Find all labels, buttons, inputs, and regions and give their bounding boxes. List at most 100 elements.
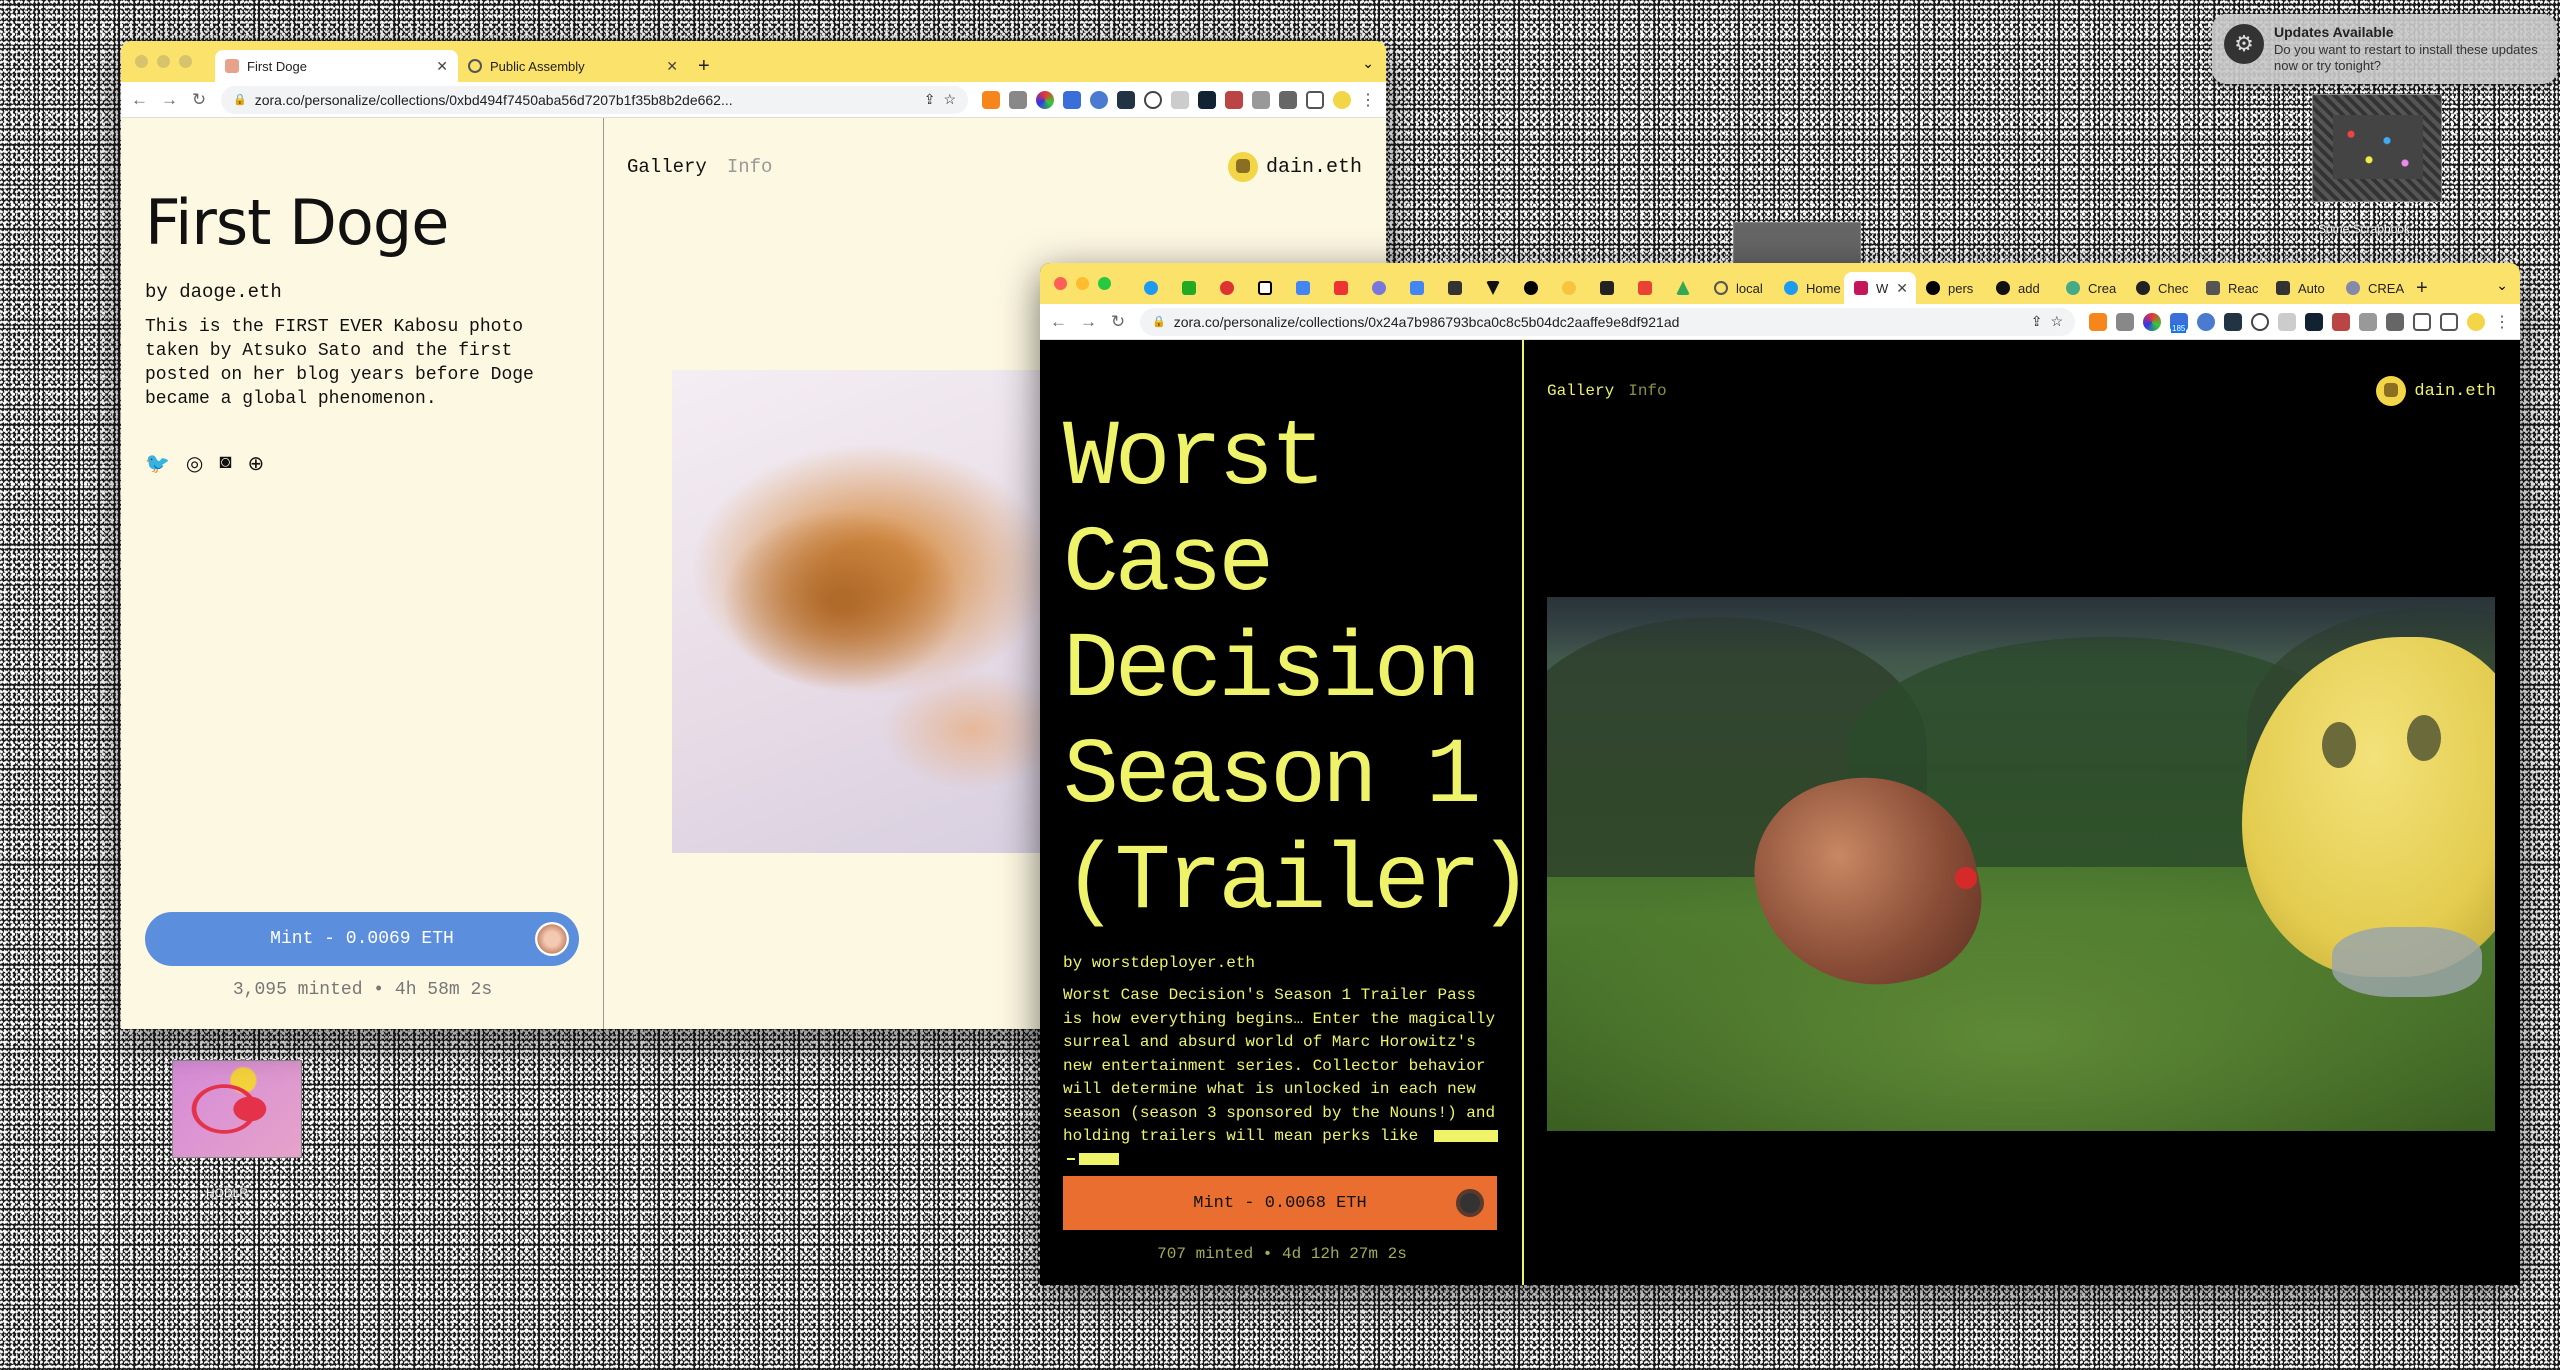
tab-pinned[interactable] — [1172, 272, 1210, 304]
tab-info[interactable]: Info — [727, 156, 773, 178]
extension-icon[interactable] — [2332, 312, 2350, 331]
minimize-window-button[interactable] — [157, 55, 170, 68]
creator-byline[interactable]: by worstdeployer.eth — [1063, 954, 1499, 972]
extension-icon[interactable] — [1090, 90, 1108, 109]
tab-react[interactable]: Reac — [2196, 272, 2266, 304]
reload-button[interactable]: ↻ — [191, 90, 207, 110]
tab-pinned[interactable] — [1324, 272, 1362, 304]
minimize-window-button[interactable] — [1076, 277, 1089, 290]
metamask-extension-icon[interactable] — [2089, 312, 2107, 331]
extension-icon[interactable] — [2278, 312, 2296, 331]
back-button[interactable]: ← — [1050, 312, 1067, 332]
more-menu-icon[interactable]: ⋮ — [2494, 312, 2510, 332]
address-bar[interactable]: 🔒 zora.co/personalize/collections/0x24a7… — [1140, 307, 2075, 336]
user-account[interactable]: dain.eth — [1227, 152, 1362, 182]
address-bar[interactable]: 🔒 zora.co/personalize/collections/0xbd49… — [221, 85, 968, 114]
close-window-button[interactable] — [1054, 277, 1067, 290]
tab-gallery[interactable]: Gallery — [1547, 382, 1614, 400]
puzzle-extensions-icon[interactable] — [1279, 90, 1297, 109]
desktop-file-thumbnail[interactable] — [1733, 222, 1861, 266]
extension-icon[interactable] — [2251, 312, 2269, 331]
profile-avatar-icon[interactable] — [2467, 312, 2485, 331]
close-tab-icon[interactable]: ✕ — [1896, 280, 1908, 297]
tab-gallery[interactable]: Gallery — [627, 156, 707, 178]
tab-auto[interactable]: Auto — [2266, 272, 2336, 304]
extension-icon[interactable] — [1009, 90, 1027, 109]
tab-crea[interactable]: CREA — [2336, 272, 2406, 304]
tab-pinned[interactable] — [1628, 272, 1666, 304]
close-window-button[interactable] — [135, 55, 148, 68]
new-tab-button[interactable]: + — [688, 50, 720, 82]
extension-badge-icon[interactable]: 185 — [2170, 312, 2188, 333]
more-menu-icon[interactable]: ⋮ — [1360, 90, 1376, 110]
tab-info[interactable]: Info — [1628, 382, 1666, 400]
tab-search-chevron-icon[interactable]: ⌄ — [1350, 55, 1386, 82]
bookmark-star-icon[interactable]: ☆ — [2050, 313, 2063, 330]
reload-button[interactable]: ↻ — [1110, 312, 1126, 332]
nft-image-doge[interactable] — [672, 370, 1052, 853]
discord-icon[interactable]: ◙ — [219, 451, 231, 476]
tab-pinned[interactable] — [1438, 272, 1476, 304]
tab-pinned[interactable] — [1514, 272, 1552, 304]
tab-public-assembly[interactable]: Public Assembly ✕ — [458, 50, 688, 82]
extension-icon[interactable] — [1144, 90, 1162, 109]
tab-check[interactable]: Chec — [2126, 272, 2196, 304]
extension-icon[interactable] — [2143, 312, 2161, 331]
user-account[interactable]: dain.eth — [2376, 376, 2496, 406]
extension-icon[interactable] — [2359, 312, 2377, 331]
twitter-icon[interactable]: 🐦 — [145, 451, 170, 476]
extension-icon[interactable] — [1225, 90, 1243, 109]
tab-local[interactable]: local — [1704, 272, 1774, 304]
profile-avatar-icon[interactable] — [1333, 90, 1351, 109]
nft-video-trailer[interactable] — [1547, 597, 2495, 1131]
forward-button[interactable]: → — [1080, 312, 1097, 332]
maximize-window-button[interactable] — [1098, 277, 1111, 290]
metamask-extension-icon[interactable] — [982, 90, 1000, 109]
puzzle-extensions-icon[interactable] — [2386, 312, 2404, 331]
extension-icon[interactable] — [2116, 312, 2134, 331]
tab-pinned[interactable] — [1362, 272, 1400, 304]
tab-search-chevron-icon[interactable]: ⌄ — [2484, 277, 2520, 304]
globe-icon[interactable]: ⊕ — [247, 451, 264, 476]
extension-icon[interactable] — [1117, 90, 1135, 109]
new-tab-button[interactable]: + — [2406, 272, 2438, 304]
tab-pinned[interactable] — [1248, 272, 1286, 304]
share-icon[interactable]: ⇪ — [924, 91, 936, 108]
maximize-window-button[interactable] — [179, 55, 192, 68]
tab-worst-case-decision[interactable]: W ✕ — [1844, 272, 1916, 304]
extension-icon[interactable] — [1063, 90, 1081, 109]
share-icon[interactable]: ⇪ — [2031, 313, 2043, 330]
tab-pinned[interactable] — [1666, 272, 1704, 304]
tab-create[interactable]: Crea — [2056, 272, 2126, 304]
creator-byline[interactable]: by daoge.eth — [145, 281, 579, 303]
extension-icon[interactable] — [2305, 312, 2323, 331]
extension-icon[interactable] — [1036, 90, 1054, 109]
forward-button[interactable]: → — [161, 90, 178, 110]
tab-pinned[interactable] — [1590, 272, 1628, 304]
desktop-file-thumbnail[interactable] — [2312, 94, 2442, 202]
back-button[interactable]: ← — [131, 90, 148, 110]
side-panel-icon[interactable] — [2440, 312, 2458, 331]
instagram-icon[interactable]: ◎ — [186, 451, 203, 476]
tab-pinned[interactable] — [1552, 272, 1590, 304]
extension-icon[interactable] — [1198, 90, 1216, 109]
bookmark-star-icon[interactable]: ☆ — [943, 91, 956, 108]
update-notification[interactable]: ⚙ Updates Available Do you want to resta… — [2212, 14, 2557, 84]
desktop-artwork-thumbnail[interactable] — [172, 1060, 302, 1158]
extension-icon[interactable] — [2224, 312, 2242, 331]
tab-twitter[interactable] — [1134, 272, 1172, 304]
tab-github[interactable]: add — [1986, 272, 2056, 304]
close-tab-icon[interactable]: ✕ — [666, 58, 678, 75]
reading-list-icon[interactable] — [2413, 312, 2431, 331]
mint-button[interactable]: Mint - 0.0069 ETH — [145, 912, 579, 966]
tab-first-doge[interactable]: First Doge ✕ — [215, 50, 458, 82]
extension-icon[interactable] — [2197, 312, 2215, 331]
tab-pinned[interactable] — [1286, 272, 1324, 304]
close-tab-icon[interactable]: ✕ — [436, 58, 448, 75]
mint-button[interactable]: Mint - 0.0068 ETH — [1063, 1176, 1497, 1230]
tab-pinned[interactable] — [1400, 272, 1438, 304]
tab-personalize[interactable]: pers — [1916, 272, 1986, 304]
tab-home[interactable]: Home — [1774, 272, 1844, 304]
tab-pinned[interactable] — [1476, 272, 1514, 304]
extension-icon[interactable] — [1252, 90, 1270, 109]
